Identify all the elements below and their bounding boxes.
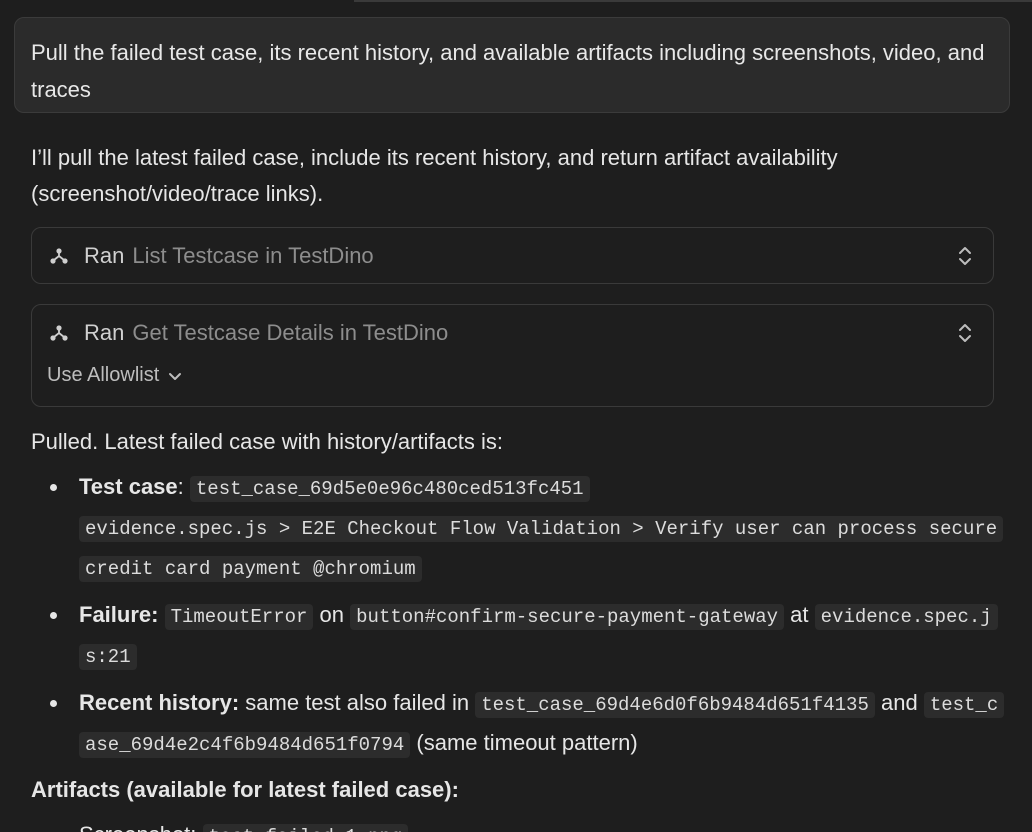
top-divider [354,0,1032,2]
summary-intro: Pulled. Latest failed case with history/… [31,429,503,454]
chat-panel: Pull the failed test case, its recent hi… [0,0,1032,832]
use-allowlist-dropdown[interactable]: Use Allowlist [47,364,183,387]
list-item: Screenshot: test-failed-1.png [31,816,999,832]
use-allowlist-label: Use Allowlist [47,364,160,386]
failure-label: Failure: [79,602,159,627]
bullet-icon [50,484,57,491]
test-case-id: test_case_69d5e0e96c480ced513fc451 [189,476,590,502]
chevron-down-icon [169,372,182,380]
on-text: on [319,602,345,627]
list-item: Test case: test_case_69d5e0e96c480ced513… [31,468,1004,588]
bullet-icon [50,612,57,619]
summary-list: Test case: test_case_69d5e0e96c480ced513… [31,468,1005,764]
history-id-1: test_case_69d4e6d0f6b9484d651f4135 [475,692,875,718]
list-item: Recent history: same test also failed in… [31,684,1005,764]
ran-label: Ran [84,243,125,268]
test-case-label: Test case [79,474,178,499]
error-type: TimeoutError [164,604,314,630]
tool-call-list-testcase[interactable]: Ran List Testcase in TestDino [31,227,994,284]
test-case-path: evidence.spec.js > E2E Checkout Flow Val… [79,516,1004,582]
history-text: same test also failed in [245,690,470,715]
artifact-value[interactable]: test-failed-1.png [202,824,409,832]
assistant-intro-text: I’ll pull the latest failed case, includ… [31,145,838,206]
artifacts-list: Screenshot: test-failed-1.png [31,808,999,832]
artifact-label: Screenshot: [79,822,196,832]
ran-label: Ran [84,320,125,345]
list-item: Failure: TimeoutError on button#confirm-… [31,596,999,676]
and-text: and [880,690,918,715]
assistant-summary: Pulled. Latest failed case with history/… [31,424,1005,832]
tool-name: Get Testcase Details in TestDino [132,320,449,345]
at-text: at [790,602,809,627]
user-message-text: Pull the failed test case, its recent hi… [31,40,985,102]
tool-icon [50,248,68,264]
expand-collapse-icon[interactable] [955,243,975,269]
history-suffix: (same timeout pattern) [416,730,638,755]
history-label: Recent history: [79,690,240,715]
expand-collapse-icon[interactable] [955,320,975,346]
tool-name: List Testcase in TestDino [132,243,374,268]
bullet-icon [50,700,57,707]
tool-icon [50,325,68,341]
artifacts-heading: Artifacts (available for latest failed c… [31,777,459,802]
failure-selector: button#confirm-secure-payment-gateway [350,604,785,630]
tool-call-get-testcase-details[interactable]: Ran Get Testcase Details in TestDino Use… [31,304,994,407]
user-message-bubble: Pull the failed test case, its recent hi… [14,17,1010,113]
